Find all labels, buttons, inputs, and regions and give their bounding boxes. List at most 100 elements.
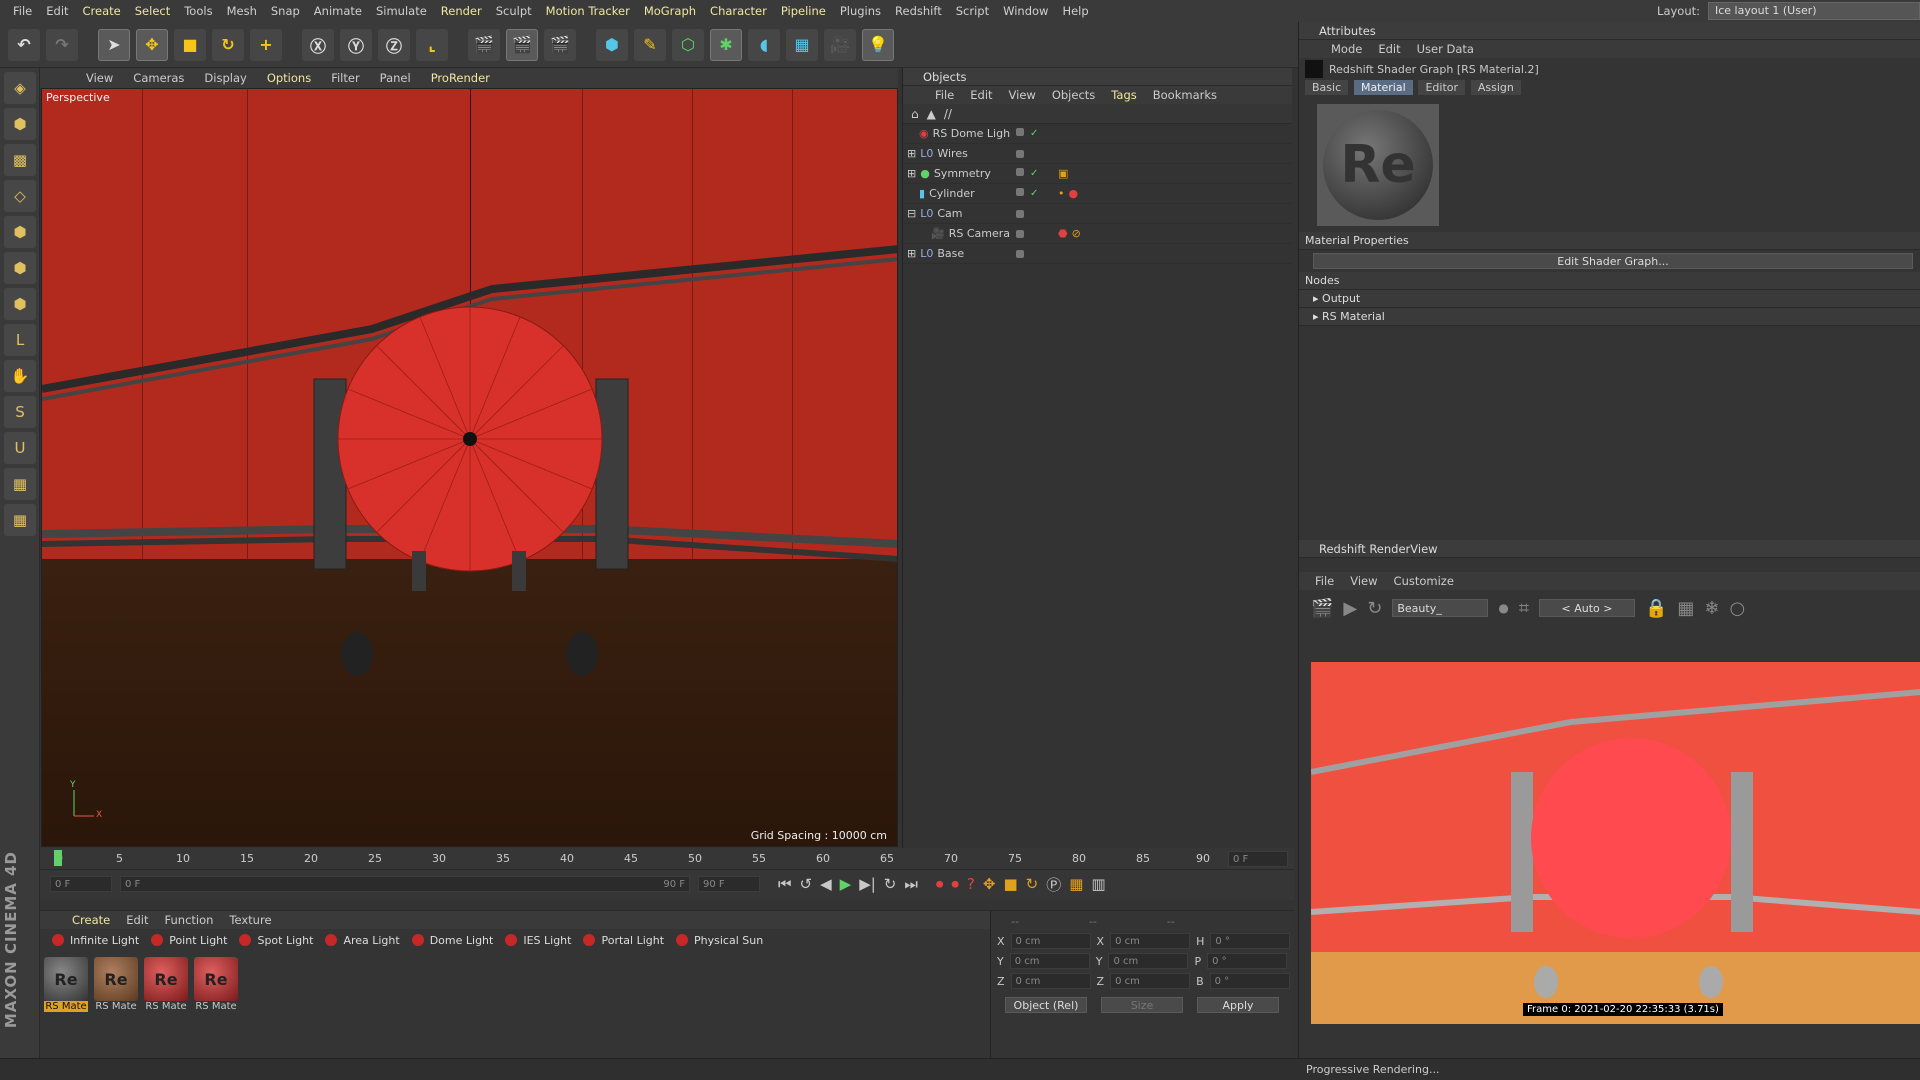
- dome-light-button[interactable]: Dome Light: [406, 931, 500, 949]
- render-view-icon[interactable]: 🎬: [468, 28, 500, 61]
- polygons-mode-icon[interactable]: ⬢: [4, 288, 36, 320]
- texture-mode-icon[interactable]: ▩: [4, 144, 36, 176]
- coordinate-mode-dropdown[interactable]: Object (Rel): [1005, 997, 1087, 1013]
- renderview-menu-view[interactable]: View: [1342, 574, 1385, 588]
- redo-icon[interactable]: ↷: [46, 28, 78, 61]
- tab-basic[interactable]: Basic: [1305, 80, 1349, 95]
- viewport-menu-prorender[interactable]: ProRender: [421, 71, 500, 85]
- rs-camera-tag-icon[interactable]: ⬣: [1058, 227, 1068, 240]
- object-row[interactable]: 🎥 RS Camera ⬣ ⊘: [903, 224, 1292, 244]
- timeline-icon[interactable]: ▥: [1091, 875, 1105, 893]
- camera-dropdown[interactable]: < Auto >: [1538, 599, 1635, 617]
- workplane-grid-icon[interactable]: ▦: [4, 504, 36, 536]
- viewport-menu-view[interactable]: View: [76, 71, 123, 85]
- size-z-field[interactable]: 0 cm: [1110, 973, 1191, 989]
- axis-z-icon[interactable]: Ⓩ: [378, 28, 410, 61]
- object-row[interactable]: ⊞ L0 Wires: [903, 144, 1292, 164]
- expand-icon[interactable]: ⊞: [907, 247, 916, 260]
- size-y-field[interactable]: 0 cm: [1108, 953, 1189, 969]
- light-icon[interactable]: 💡: [862, 28, 894, 61]
- menu-motion-tracker[interactable]: Motion Tracker: [539, 4, 637, 18]
- playhead[interactable]: [54, 850, 62, 866]
- rotation-h-field[interactable]: 0 °: [1210, 933, 1291, 949]
- attributes-menu-edit[interactable]: Edit: [1370, 42, 1408, 56]
- enabled-check-icon[interactable]: ✓: [1030, 128, 1038, 139]
- edit-shader-graph-button[interactable]: Edit Shader Graph...: [1313, 253, 1913, 269]
- autokey-icon[interactable]: ⏺: [951, 875, 959, 893]
- menu-edit[interactable]: Edit: [39, 4, 75, 18]
- up-arrow-icon[interactable]: ▲: [927, 107, 936, 121]
- select-cursor-icon[interactable]: ➤: [98, 28, 130, 61]
- size-x-field[interactable]: 0 cm: [1110, 933, 1191, 949]
- menu-select[interactable]: Select: [128, 4, 177, 18]
- rgb-icon[interactable]: ●: [1498, 601, 1508, 615]
- perspective-viewport[interactable]: Perspective Grid Spacing : 10000 cm Y X: [41, 88, 898, 847]
- menu-mograph[interactable]: MoGraph: [637, 4, 703, 18]
- magnet-icon[interactable]: U: [4, 432, 36, 464]
- menu-render[interactable]: Render: [434, 4, 489, 18]
- key-position-icon[interactable]: ✥: [983, 875, 996, 893]
- next-frame-icon[interactable]: ▶|: [859, 875, 876, 893]
- material-item[interactable]: Re RS Mate: [144, 957, 188, 1012]
- menu-file[interactable]: File: [6, 4, 39, 18]
- range-slider[interactable]: 0 F 90 F: [120, 876, 690, 892]
- start-frame-field[interactable]: 0 F: [50, 876, 112, 892]
- menu-create[interactable]: Create: [76, 4, 128, 18]
- ies-light-button[interactable]: IES Light: [499, 931, 577, 949]
- cloner-icon[interactable]: ✱: [710, 28, 742, 61]
- material-item[interactable]: Re RS Mate: [194, 957, 238, 1012]
- size-mode-dropdown[interactable]: Size: [1101, 997, 1183, 1013]
- axis-y-icon[interactable]: Ⓨ: [340, 28, 372, 61]
- collapse-icon[interactable]: ⊟: [907, 207, 916, 220]
- renderview-menu-file[interactable]: File: [1307, 574, 1342, 588]
- go-to-end-icon[interactable]: ⏭: [904, 875, 918, 893]
- area-light-button[interactable]: Area Light: [319, 931, 405, 949]
- deformer-icon[interactable]: ◖: [748, 28, 780, 61]
- objects-menu-objects[interactable]: Objects: [1044, 88, 1103, 102]
- menu-pipeline[interactable]: Pipeline: [774, 4, 833, 18]
- crop-icon[interactable]: ⌗: [1519, 598, 1529, 619]
- render-picture-viewer-icon[interactable]: 🎬: [506, 28, 538, 61]
- menu-window[interactable]: Window: [996, 4, 1055, 18]
- tab-assign[interactable]: Assign: [1470, 80, 1521, 95]
- position-y-field[interactable]: 0 cm: [1009, 953, 1090, 969]
- grid-icon[interactable]: ▦: [4, 468, 36, 500]
- edges-mode-icon[interactable]: ⬢: [4, 252, 36, 284]
- object-row[interactable]: ⊟ L0 Cam: [903, 204, 1292, 224]
- key-rotation-icon[interactable]: ↻: [1026, 875, 1039, 893]
- menu-character[interactable]: Character: [703, 4, 774, 18]
- keyframe-selection-icon[interactable]: ?: [967, 875, 975, 893]
- model-mode-icon[interactable]: ⬢: [4, 108, 36, 140]
- object-row[interactable]: ⊞ ● Symmetry ✓ ▣: [903, 164, 1292, 184]
- camera-icon[interactable]: 🎥: [824, 28, 856, 61]
- menu-mesh[interactable]: Mesh: [220, 4, 264, 18]
- home-icon[interactable]: ⌂: [911, 107, 919, 121]
- layout-dropdown[interactable]: Ice layout 1 (User): [1708, 2, 1920, 20]
- tweak-icon[interactable]: ✋: [4, 360, 36, 392]
- viewport-menu-filter[interactable]: Filter: [321, 71, 369, 85]
- menu-animate[interactable]: Animate: [307, 4, 369, 18]
- phong-tag-icon[interactable]: •: [1058, 187, 1065, 200]
- current-frame-field[interactable]: 0 F: [1228, 851, 1288, 867]
- object-row[interactable]: ◉ RS Dome Ligh ✓: [903, 124, 1292, 144]
- spot-light-button[interactable]: Spot Light: [233, 931, 319, 949]
- material-menu-function[interactable]: Function: [157, 913, 222, 927]
- apply-button[interactable]: Apply: [1197, 997, 1279, 1013]
- axis-x-icon[interactable]: Ⓧ: [302, 28, 334, 61]
- key-scale-icon[interactable]: ■: [1003, 875, 1017, 893]
- play-icon[interactable]: ▶: [840, 875, 852, 893]
- grid-icon[interactable]: ▦: [1677, 598, 1694, 619]
- snap-icon[interactable]: S: [4, 396, 36, 428]
- play-render-icon[interactable]: ▶: [1343, 598, 1357, 619]
- node-item-output[interactable]: ▸ Output: [1299, 290, 1920, 308]
- points-mode-icon[interactable]: ⬢: [4, 216, 36, 248]
- key-param-icon[interactable]: Ⓟ: [1046, 874, 1061, 895]
- cube-icon[interactable]: ⬢: [596, 28, 628, 61]
- attributes-menu-mode[interactable]: Mode: [1323, 42, 1370, 56]
- move-icon[interactable]: ✥: [136, 28, 168, 61]
- scale-icon[interactable]: ■: [174, 28, 206, 61]
- physical-sun-button[interactable]: Physical Sun: [670, 931, 769, 949]
- expand-icon[interactable]: ⊞: [907, 147, 916, 160]
- tag-icon[interactable]: ▣: [1058, 167, 1068, 180]
- menu-snap[interactable]: Snap: [264, 4, 307, 18]
